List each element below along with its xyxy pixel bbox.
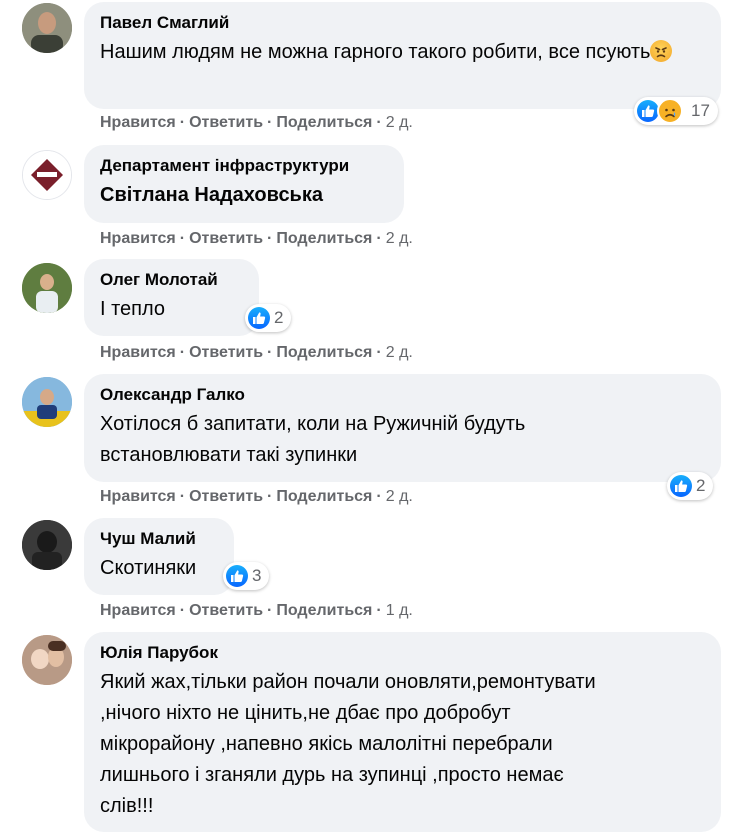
comment-text-line: лишнього і зганяли дурь на зупинці ,прос… — [100, 764, 564, 786]
avatar[interactable] — [22, 635, 72, 685]
comment-timestamp[interactable]: 2 д. — [386, 488, 413, 506]
comment-actions: Нравится · Ответить · Поделиться · 2 д. — [100, 114, 413, 132]
like-link[interactable]: Нравится — [100, 602, 176, 620]
comment-actions: Нравится · Ответить · Поделиться · 2 д. — [100, 230, 413, 248]
comment-actions: Нравится · Ответить · Поделиться · 2 д. — [100, 344, 413, 362]
comment-author[interactable]: Чуш Малий — [100, 528, 218, 550]
comment-text-line: Який жах,тільки район почали оновляти,ре… — [100, 671, 596, 693]
avatar[interactable] — [22, 520, 72, 570]
comment-text-line: мікрорайону ,напевно якісь малолітні пер… — [100, 733, 553, 755]
share-link[interactable]: Поделиться — [276, 114, 372, 132]
comment-text-line: Хотілося б запитати, коли на Ружичній бу… — [100, 413, 526, 435]
comment-bubble: Павел Смаглий Нашим людям не можна гарно… — [84, 2, 721, 109]
comment-text: Скотиняки — [100, 557, 197, 579]
avatar-photo — [22, 520, 72, 570]
avatar[interactable] — [22, 377, 72, 427]
share-link[interactable]: Поделиться — [276, 344, 372, 362]
reply-link[interactable]: Ответить — [189, 344, 263, 362]
share-link[interactable]: Поделиться — [276, 602, 372, 620]
comment-author[interactable]: Олег Молотай — [100, 269, 243, 291]
comment-timestamp[interactable]: 2 д. — [386, 344, 413, 362]
reaction-count: 3 — [252, 566, 262, 585]
comment-bubble: Чуш Малий Скотиняки — [84, 518, 234, 595]
reaction-count: 17 — [691, 101, 710, 120]
comment-timestamp[interactable]: 1 д. — [386, 602, 413, 620]
reply-link[interactable]: Ответить — [189, 602, 263, 620]
comment-bubble: Олександр Галко Хотілося б запитати, кол… — [84, 374, 721, 482]
share-link[interactable]: Поделиться — [276, 488, 372, 506]
comment-text: І тепло — [100, 298, 166, 320]
like-icon — [637, 100, 659, 122]
like-icon — [226, 565, 248, 587]
avatar-photo — [22, 377, 72, 427]
comment-author[interactable]: Юлія Парубок — [100, 642, 705, 664]
avatar-photo — [22, 635, 72, 685]
sad-icon — [657, 98, 683, 124]
avatar-photo — [22, 3, 72, 53]
comment-text-line: ,нічого ніхто не цінить,не дбає про добр… — [100, 702, 511, 724]
comment-timestamp[interactable]: 2 д. — [386, 230, 413, 248]
comment-actions: Нравится · Ответить · Поделиться · 1 д. — [100, 602, 413, 620]
comment-bubble: Департамент інфраструктури Світлана Нада… — [84, 145, 404, 223]
like-icon — [248, 307, 270, 329]
reaction-badge[interactable]: 17 — [634, 97, 718, 125]
comment-bubble: Юлія Парубок Який жах,тільки район почал… — [84, 632, 721, 832]
reaction-count: 2 — [274, 308, 284, 327]
like-link[interactable]: Нравится — [100, 230, 176, 248]
comment-text-line: встановлювати такі зупинки — [100, 444, 358, 466]
share-link[interactable]: Поделиться — [276, 230, 372, 248]
avatar[interactable] — [22, 263, 72, 313]
like-link[interactable]: Нравится — [100, 344, 176, 362]
reply-link[interactable]: Ответить — [189, 230, 263, 248]
comment-text: Нашим людям не можна гарного такого роби… — [100, 37, 705, 68]
reply-link[interactable]: Ответить — [189, 488, 263, 506]
comment-author[interactable]: Павел Смаглий — [100, 12, 705, 34]
comment-author[interactable]: Олександр Галко — [100, 384, 705, 406]
mentioned-user-tag[interactable]: Світлана Надаховська — [100, 180, 388, 210]
comment-text-line: слів!!! — [100, 795, 154, 817]
angry-face-emoji — [650, 40, 673, 62]
like-link[interactable]: Нравится — [100, 114, 176, 132]
reaction-count: 2 — [696, 476, 706, 495]
like-link[interactable]: Нравится — [100, 488, 176, 506]
comment-author[interactable]: Департамент інфраструктури — [100, 155, 388, 177]
comment-bubble: Олег Молотай І тепло — [84, 259, 259, 336]
comment-actions: Нравится · Ответить · Поделиться · 2 д. — [100, 488, 413, 506]
reaction-badge[interactable]: 2 — [245, 304, 292, 332]
organization-logo-icon — [23, 151, 71, 199]
like-icon — [670, 475, 692, 497]
reply-link[interactable]: Ответить — [189, 114, 263, 132]
reaction-badge[interactable]: 2 — [667, 472, 714, 500]
comment-timestamp[interactable]: 2 д. — [386, 114, 413, 132]
avatar[interactable] — [22, 3, 72, 53]
avatar-photo — [22, 263, 72, 313]
avatar[interactable] — [22, 150, 72, 200]
reaction-badge[interactable]: 3 — [223, 562, 270, 590]
